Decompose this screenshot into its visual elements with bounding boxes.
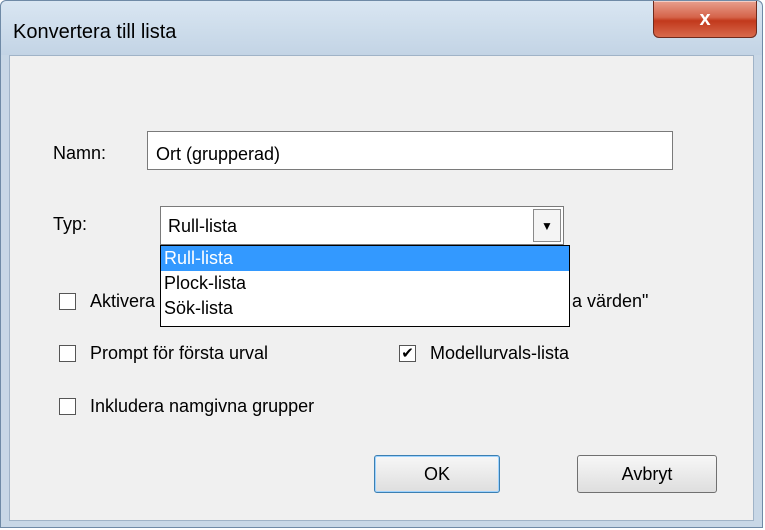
dropdown-option-sok-lista[interactable]: Sök-lista [161, 296, 569, 321]
include-groups-label: Inkludera namgivna grupper [90, 396, 315, 416]
title-bar[interactable]: Konvertera till lista x [1, 1, 762, 55]
name-label: Namn: [53, 143, 107, 163]
model-list-checkbox[interactable]: ✔ [399, 345, 416, 362]
type-label: Typ: [53, 214, 88, 234]
prompt-first-label: Prompt för första urval [90, 343, 269, 363]
model-list-label: Modellurvals-lista [430, 343, 570, 363]
include-groups-checkbox[interactable] [59, 398, 76, 415]
close-button[interactable]: x [653, 1, 757, 38]
chevron-down-icon: ▼ [541, 218, 553, 233]
close-icon: x [699, 7, 711, 30]
dropdown-arrow-button[interactable]: ▼ [533, 209, 561, 242]
name-input[interactable] [147, 131, 673, 170]
dropdown-option-rull-lista[interactable]: Rull-lista [161, 246, 569, 271]
ok-button[interactable]: OK [374, 455, 500, 493]
activate-label-end: a värden" [572, 291, 649, 311]
window-title: Konvertera till lista [13, 21, 177, 43]
activate-label-start: Aktivera [90, 291, 156, 311]
type-selected-value: Rull-lista [168, 216, 238, 236]
cancel-button[interactable]: Avbryt [577, 455, 717, 493]
type-select[interactable]: Rull-lista ▼ [160, 206, 564, 245]
type-dropdown-list: Rull-lista Plock-lista Sök-lista [160, 245, 570, 327]
checkmark-icon: ✔ [401, 345, 414, 362]
dropdown-option-plock-lista[interactable]: Plock-lista [161, 271, 569, 296]
prompt-first-checkbox[interactable] [59, 345, 76, 362]
activate-checkbox[interactable] [59, 293, 76, 310]
